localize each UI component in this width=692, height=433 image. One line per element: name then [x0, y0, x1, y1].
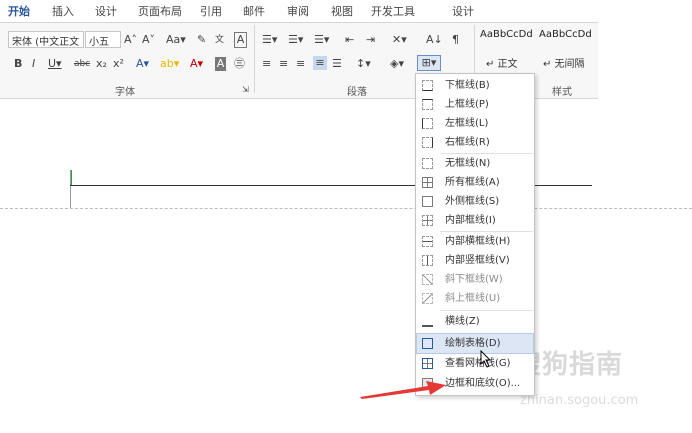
style-normal-name: ↵ 正文	[486, 59, 518, 70]
watermark-url: zhinan.sogou.com	[520, 393, 639, 408]
all-borders-icon	[422, 177, 433, 188]
align-left-icon[interactable]: ≡	[262, 57, 271, 71]
right-border-icon	[422, 137, 433, 148]
gridlines-icon	[422, 358, 433, 369]
menu-view-gridlines[interactable]: 查看网格线(G)	[417, 354, 533, 373]
tab-page-layout[interactable]: 页面布局	[138, 3, 182, 19]
menu-all-borders[interactable]: 所有框线(A)	[417, 173, 533, 192]
distributed-icon[interactable]: ☰	[332, 57, 342, 71]
font-size-combo[interactable]: 小五	[85, 31, 121, 48]
tab-view[interactable]: 视图	[331, 3, 353, 19]
diagonal-up-border-icon	[422, 293, 433, 304]
styles-group-label: 样式	[552, 87, 572, 98]
table-left-border	[70, 170, 71, 208]
bullets-icon[interactable]: ☰▾	[262, 33, 277, 47]
inside-vertical-border-icon	[422, 255, 433, 266]
menu-bottom-border[interactable]: 下框线(B)	[417, 76, 533, 95]
superscript-icon[interactable]: x²	[113, 57, 124, 71]
line-spacing-icon[interactable]: ↕▾	[356, 57, 371, 71]
menu-diagonal-up[interactable]: 斜上框线(U)	[417, 289, 533, 308]
tab-home[interactable]: 开始	[6, 3, 32, 25]
style-no-spacing-name: ↵ 无间隔	[543, 59, 585, 70]
borders-button[interactable]: ⊞▾	[417, 55, 441, 71]
tab-developer[interactable]: 开发工具	[371, 3, 415, 19]
italic-icon[interactable]: I	[32, 57, 35, 71]
highlight-color-icon[interactable]: ab▾	[160, 57, 179, 71]
page-break-line	[0, 208, 692, 209]
asian-layout-icon[interactable]: ✕▾	[392, 33, 407, 47]
font-group-label: 字体	[115, 87, 135, 98]
font-name-combo[interactable]: 宋体 (中文正文	[8, 31, 84, 48]
font-dialog-launcher-icon[interactable]: ⇲	[242, 83, 249, 97]
horizontal-line-icon	[422, 316, 433, 327]
show-marks-icon[interactable]: ¶	[452, 33, 459, 47]
shrink-font-icon[interactable]: A˅	[142, 33, 155, 47]
tab-design[interactable]: 设计	[95, 3, 117, 19]
style-no-spacing[interactable]: AaBbCcDd ↵ 无间隔	[539, 29, 595, 73]
tab-insert[interactable]: 插入	[52, 3, 74, 19]
grow-font-icon[interactable]: A˄	[124, 33, 137, 47]
justify-icon[interactable]: ≡	[313, 56, 327, 70]
menu-inside-horizontal[interactable]: 内部横框线(H)	[417, 232, 533, 251]
align-center-icon[interactable]: ≡	[279, 57, 288, 71]
inside-horizontal-border-icon	[422, 236, 433, 247]
enclose-char-icon[interactable]: ㊂	[234, 57, 245, 71]
menu-left-border[interactable]: 左框线(L)	[417, 114, 533, 133]
paragraph-group-label: 段落	[347, 87, 367, 98]
tab-review[interactable]: 审阅	[287, 3, 309, 19]
annotation-arrow-icon	[360, 381, 446, 399]
text-effects-icon[interactable]: A▾	[136, 57, 149, 71]
diagonal-down-border-icon	[422, 274, 433, 285]
char-shading-icon[interactable]: A	[215, 57, 226, 71]
clear-format-icon[interactable]: ✎	[197, 33, 206, 47]
decrease-indent-icon[interactable]: ⇤	[345, 33, 354, 47]
multilevel-list-icon[interactable]: ☰▾	[314, 33, 329, 47]
underline-icon[interactable]: U▾	[48, 57, 62, 71]
sort-icon[interactable]: A↓	[426, 33, 443, 47]
menu-horizontal-line[interactable]: 横线(Z)	[417, 312, 533, 331]
align-right-icon[interactable]: ≡	[296, 57, 305, 71]
tab-references[interactable]: 引用	[200, 3, 222, 19]
menu-inside-borders[interactable]: 内部框线(I)	[417, 211, 533, 230]
tab-table-design[interactable]: 设计	[452, 3, 474, 19]
bold-icon[interactable]: B	[14, 57, 22, 71]
font-color-icon[interactable]: A▾	[190, 57, 203, 71]
increase-indent-icon[interactable]: ⇥	[366, 33, 375, 47]
bottom-border-icon	[422, 80, 433, 91]
menu-no-border[interactable]: 无框线(N)	[417, 154, 533, 173]
style-normal[interactable]: AaBbCcDd ↵ 正文	[480, 29, 536, 73]
menu-outside-borders[interactable]: 外侧框线(S)	[417, 192, 533, 211]
shading-icon[interactable]: ◈▾	[390, 57, 404, 71]
group-separator	[254, 25, 255, 93]
numbering-icon[interactable]: ☰▾	[288, 33, 303, 47]
menu-draw-table[interactable]: 绘制表格(D)	[416, 333, 534, 354]
outside-borders-icon	[422, 196, 433, 207]
no-border-icon	[422, 158, 433, 169]
borders-dropdown-menu: 下框线(B) 上框线(P) 左框线(L) 右框线(R) 无框线(N) 所有框线(…	[415, 73, 535, 396]
char-border-icon[interactable]: A	[234, 32, 247, 48]
draw-table-icon	[422, 338, 433, 349]
phonetic-guide-icon[interactable]: 文	[215, 33, 224, 47]
ribbon-tabs: 开始 插入 设计 页面布局 引用 邮件 审阅 视图 开发工具 设计	[0, 0, 598, 25]
strikethrough-icon[interactable]: abc	[74, 57, 90, 71]
tab-mailings[interactable]: 邮件	[243, 3, 265, 19]
top-border-icon	[422, 99, 433, 110]
mouse-pointer-icon	[480, 350, 492, 368]
menu-top-border[interactable]: 上框线(P)	[417, 95, 533, 114]
left-border-icon	[422, 118, 433, 129]
menu-separator	[440, 310, 533, 311]
style-normal-preview: AaBbCcDd	[480, 29, 533, 40]
menu-right-border[interactable]: 右框线(R)	[417, 133, 533, 152]
inside-borders-icon	[422, 215, 433, 226]
subscript-icon[interactable]: x₂	[96, 57, 107, 71]
change-case-icon[interactable]: Aa▾	[166, 33, 186, 47]
menu-diagonal-down[interactable]: 斜下框线(W)	[417, 270, 533, 289]
menu-inside-vertical[interactable]: 内部竖框线(V)	[417, 251, 533, 270]
style-no-spacing-preview: AaBbCcDd	[539, 29, 592, 40]
document-page[interactable]	[0, 99, 692, 433]
